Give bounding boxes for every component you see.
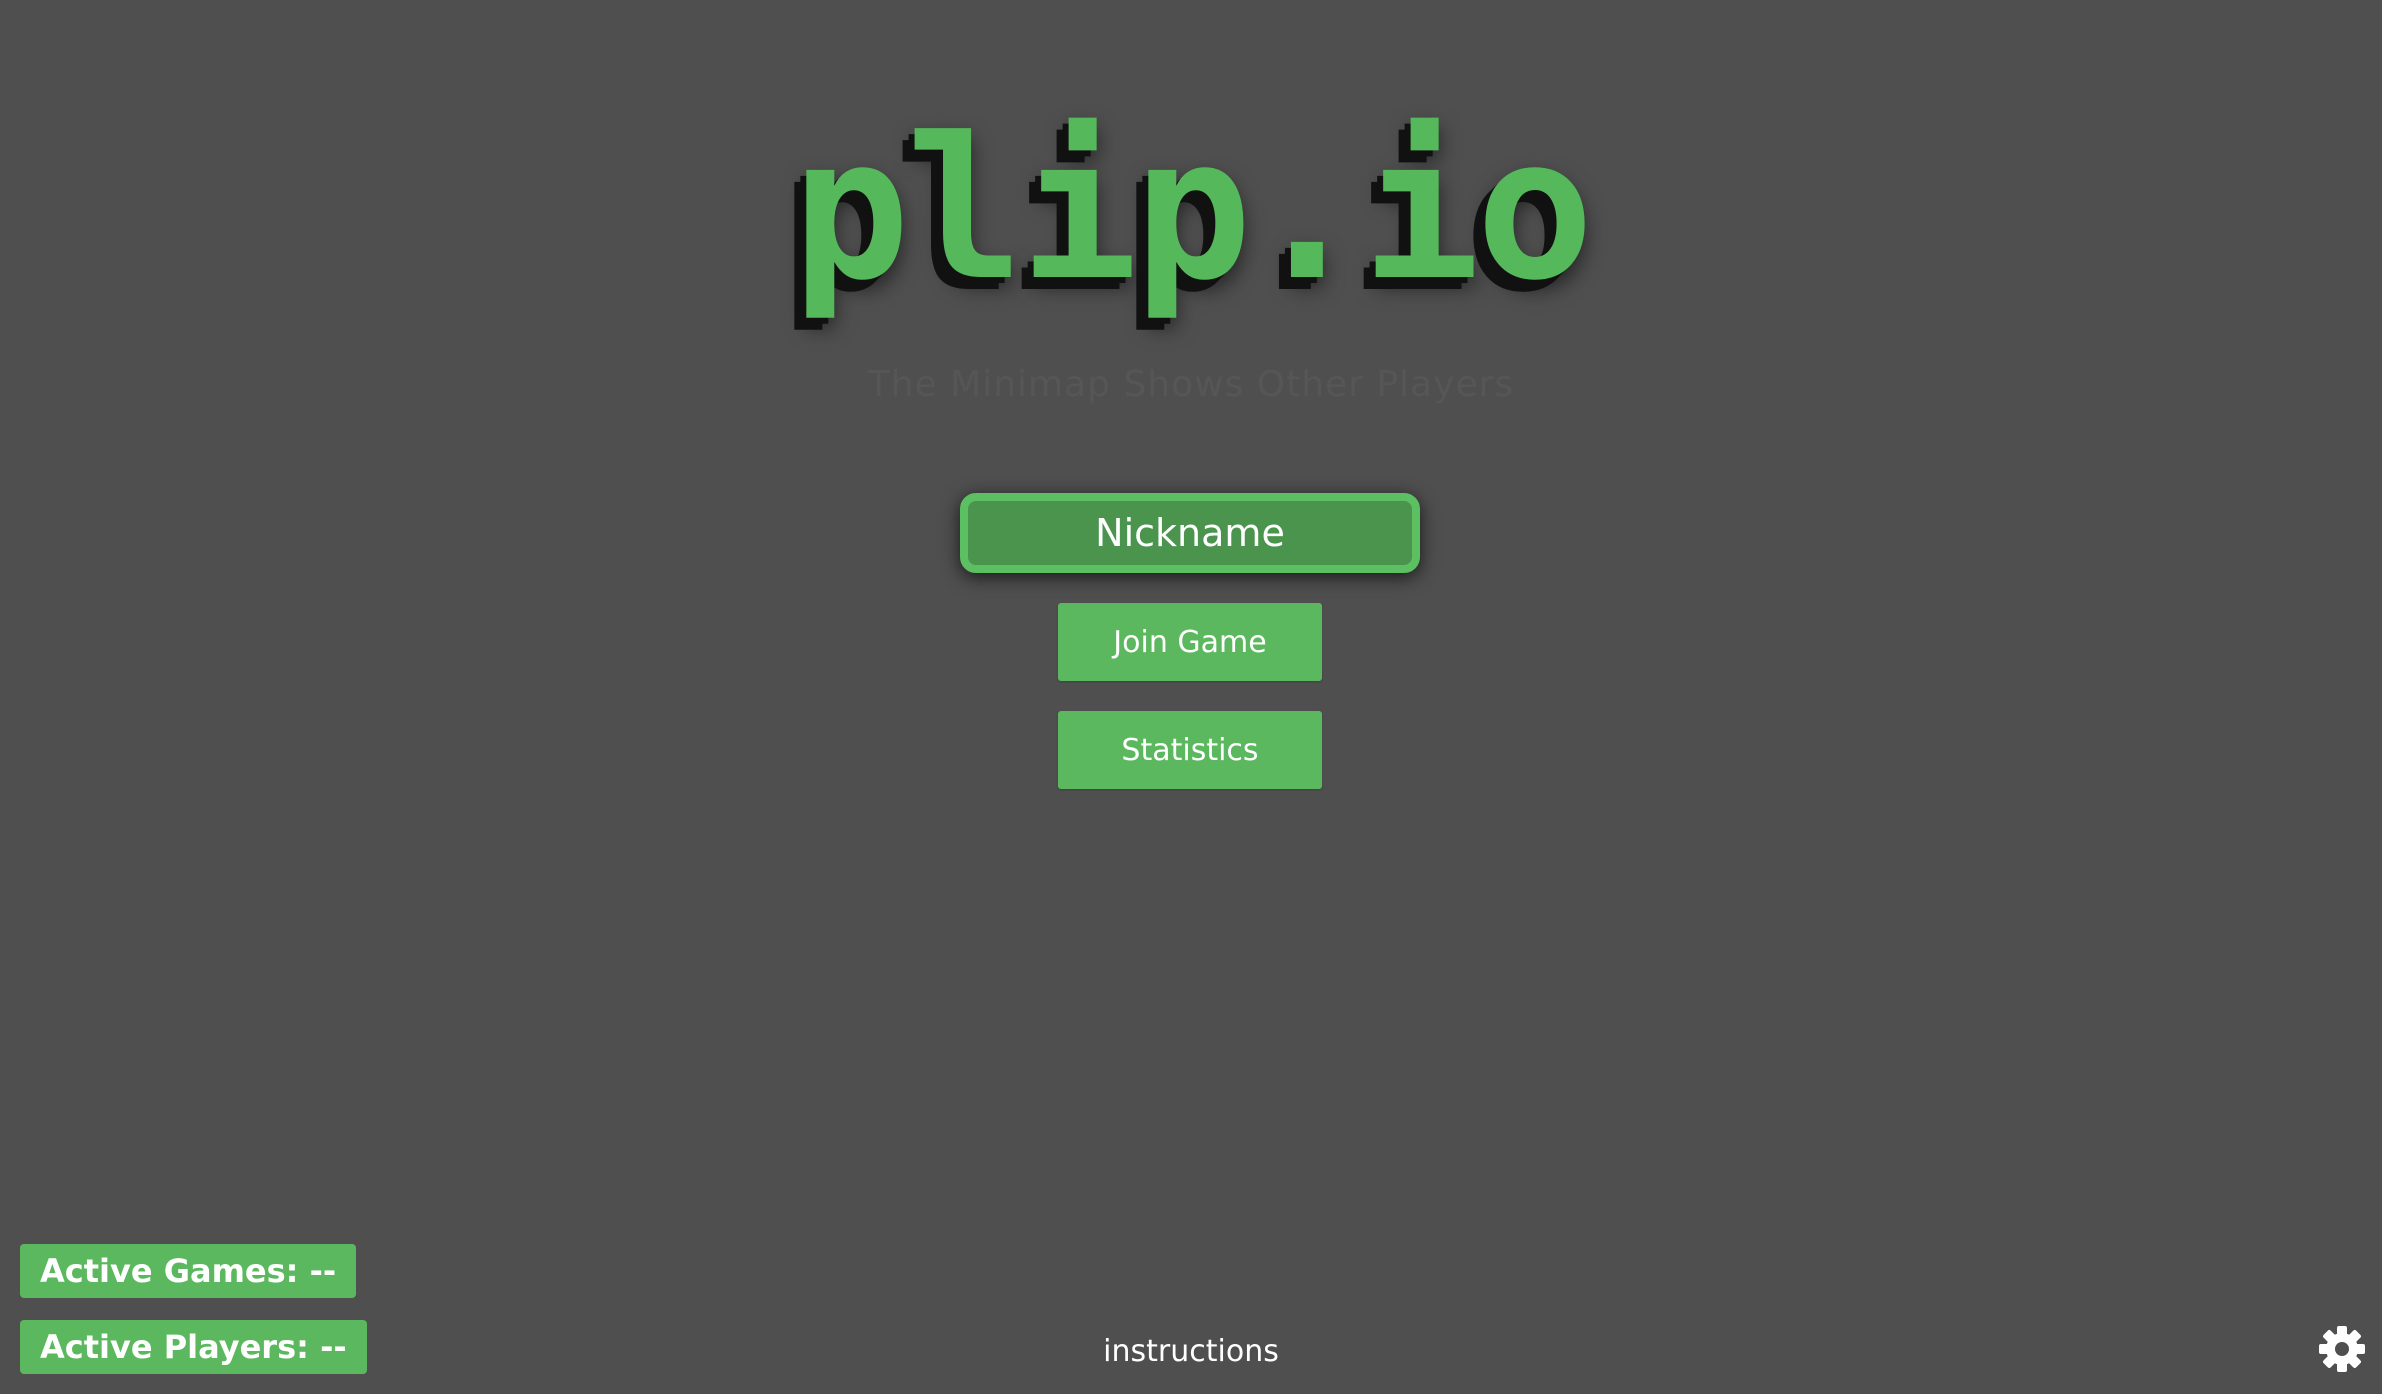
nickname-input[interactable] (968, 501, 1412, 565)
active-games-badge: Active Games: -- (20, 1244, 357, 1298)
instructions-link[interactable]: instructions (0, 1334, 2382, 1369)
gear-icon[interactable] (2318, 1325, 2366, 1373)
join-game-button[interactable]: Join Game (1058, 603, 1322, 681)
main-menu: plip.io The Minimap Shows Other Players … (0, 0, 2382, 1394)
tip-text: The Minimap Shows Other Players (867, 364, 1515, 405)
gear-icon-graphic (2319, 1326, 2365, 1372)
statistics-button[interactable]: Statistics (1058, 711, 1322, 789)
game-logo: plip.io (791, 96, 1594, 324)
nickname-field-frame (960, 493, 1420, 573)
